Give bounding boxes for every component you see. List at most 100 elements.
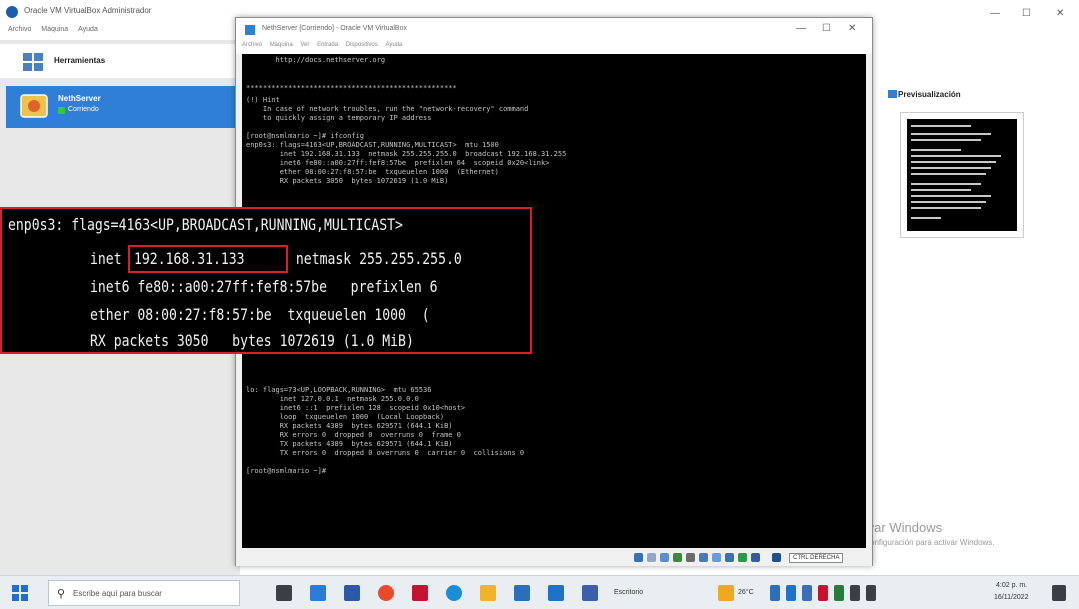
zoom-line-rx: RX packets 3050 bytes 1072619 (1.0 MiB) <box>90 331 414 350</box>
console-line: http://docs.nethserver.org <box>246 56 386 64</box>
maximize-button[interactable]: ☐ <box>1022 8 1031 19</box>
weather-icon[interactable] <box>718 585 734 601</box>
vm-menubar: Archivo Máquina Ver Entrada Dispositivos… <box>236 42 872 54</box>
browser-icon[interactable] <box>378 585 394 601</box>
preview-icon <box>888 90 897 98</box>
console-line: ether 08:00:27:f8:57:be txqueuelen 1000 … <box>246 168 499 176</box>
manager-title: Oracle VM VirtualBox Administrador <box>24 6 152 15</box>
watermark-subtitle: Ve a Configuración para activar Windows. <box>846 538 995 547</box>
vm-list-item-nethserver[interactable]: NethServer Corriendo <box>6 86 240 128</box>
vm-menu-maquina[interactable]: Máquina <box>270 42 293 48</box>
vm-menu-archivo[interactable]: Archivo <box>242 42 262 48</box>
watermark-title: Activar Windows <box>846 520 943 535</box>
console-line: inet6 ::1 prefixlen 128 scopeid 0x10<hos… <box>246 404 466 412</box>
minimize-button[interactable]: — <box>990 8 1000 19</box>
widget-label[interactable]: Escritorio <box>614 589 643 596</box>
vm-menu-ver[interactable]: Ver <box>300 42 309 48</box>
close-button[interactable]: ✕ <box>1056 8 1064 19</box>
menu-archivo[interactable]: Archivo <box>8 26 31 33</box>
tray-icon[interactable] <box>786 585 796 601</box>
vm-close-button[interactable]: ✕ <box>848 23 856 34</box>
menu-maquina[interactable]: Máquina <box>41 26 68 33</box>
vm-menu-dispositivos[interactable]: Dispositivos <box>346 42 378 48</box>
vm-minimize-button[interactable]: — <box>796 23 806 34</box>
console-line: inet 127.0.0.1 netmask 255.0.0.0 <box>246 395 419 403</box>
manager-menubar: Archivo Máquina Ayuda <box>0 26 240 40</box>
app-icon[interactable] <box>412 585 428 601</box>
zoomed-ifconfig-highlight: enp0s3: flags=4163<UP,BROADCAST,RUNNING,… <box>0 207 532 354</box>
windows-taskbar: ⚲ Escribe aquí para buscar Escritorio 26… <box>0 575 1079 609</box>
zoom-line-netmask: netmask 255.255.255.0 <box>288 249 462 268</box>
tools-icon <box>23 53 43 71</box>
vm-window-title: NethServer [Corriendo] - Oracle VM Virtu… <box>262 25 407 32</box>
recording-icon[interactable] <box>725 553 734 562</box>
console-line: [root@nsmlmario ~]# <box>246 467 327 475</box>
file-explorer-icon[interactable] <box>480 585 496 601</box>
app-icon[interactable] <box>582 585 598 601</box>
keyboard-icon[interactable] <box>772 553 781 562</box>
clock-time[interactable]: 4:02 p. m. <box>996 582 1027 589</box>
zoom-line-ether: ether 08:00:27:f8:57:be txqueuelen 1000 … <box>90 305 430 324</box>
vm-titlebar: NethServer [Corriendo] - Oracle VM Virtu… <box>236 18 872 42</box>
zoom-line-flags: enp0s3: flags=4163<UP,BROADCAST,RUNNING,… <box>8 215 403 234</box>
preview-label: Previsualización <box>898 90 961 99</box>
tray-icon[interactable] <box>802 585 812 601</box>
usb-icon[interactable] <box>686 553 695 562</box>
vm-maximize-button[interactable]: ☐ <box>822 23 831 34</box>
shared-folders-icon[interactable] <box>699 553 708 562</box>
vm-name: NethServer <box>58 94 101 103</box>
virtualbox-logo-icon <box>6 6 18 18</box>
network-icon[interactable] <box>673 553 682 562</box>
edge-icon[interactable] <box>446 585 462 601</box>
tray-icon[interactable] <box>834 585 844 601</box>
app-icon[interactable] <box>310 585 326 601</box>
tray-icon[interactable] <box>770 585 780 601</box>
store-icon[interactable] <box>514 585 530 601</box>
console-line: RX packets 4389 bytes 629571 (644.1 KiB) <box>246 422 453 430</box>
virtualbox-icon[interactable] <box>548 585 564 601</box>
display-icon[interactable] <box>712 553 721 562</box>
zoom-line-inet-prefix: inet <box>90 249 130 268</box>
tray-icon[interactable] <box>818 585 828 601</box>
vm-window-icon <box>244 24 256 36</box>
running-status-icon <box>58 107 65 114</box>
zoom-line-inet6: inet6 fe80::a00:27ff:fef8:57be prefixlen… <box>90 277 438 296</box>
sidebar-item-tools[interactable]: Herramientas <box>0 44 240 78</box>
search-icon: ⚲ <box>57 588 66 600</box>
console-line: RX packets 3050 bytes 1072619 (1.0 MiB) <box>246 177 449 185</box>
cpu-icon[interactable] <box>738 553 747 562</box>
clock-date[interactable]: 16/11/2022 <box>994 594 1029 601</box>
volume-icon[interactable] <box>866 585 876 601</box>
menu-ayuda[interactable]: Ayuda <box>78 26 98 33</box>
console-line: TX errors 0 dropped 0 overruns 0 carrier… <box>246 449 525 457</box>
audio-icon[interactable] <box>660 553 669 562</box>
tools-label: Herramientas <box>54 56 106 65</box>
notifications-icon[interactable] <box>1052 585 1066 601</box>
wifi-icon[interactable] <box>850 585 860 601</box>
preview-thumbnail[interactable] <box>900 112 1024 238</box>
temperature-label: 26°C <box>738 589 754 596</box>
optical-icon[interactable] <box>647 553 656 562</box>
windows-start-icon[interactable] <box>12 585 28 601</box>
host-key-label: CTRL DERECHA <box>789 553 844 563</box>
console-line: enp0s3: flags=4163<UP,BROADCAST,RUNNING,… <box>246 141 499 149</box>
vm-menu-ayuda[interactable]: Ayuda <box>385 42 402 48</box>
task-view-icon[interactable] <box>276 585 292 601</box>
preview-panel: Previsualización <box>888 84 1046 254</box>
vm-os-icon <box>20 94 48 118</box>
mouse-integration-icon[interactable] <box>751 553 760 562</box>
console-line: TX packets 4389 bytes 629571 (644.1 KiB) <box>246 440 453 448</box>
console-line: [root@nsmlmario ~]# ifconfig <box>246 132 365 140</box>
taskbar-search-box[interactable]: ⚲ Escribe aquí para buscar <box>48 580 240 606</box>
vm-menu-entrada[interactable]: Entrada <box>317 42 338 48</box>
console-line: RX errors 0 dropped 0 overruns 0 frame 0 <box>246 431 461 439</box>
hdd-icon[interactable] <box>634 553 643 562</box>
activate-windows-watermark: Activar Windows Ve a Configuración para … <box>846 520 1066 560</box>
console-line: loop txqueuelen 1000 (Local Loopback) <box>246 413 445 421</box>
ip-highlight-box <box>128 245 288 273</box>
vm-status: Corriendo <box>68 106 99 113</box>
console-line: In case of network troubles, run the "ne… <box>246 105 529 113</box>
console-line: inet 192.168.31.133 netmask 255.255.255.… <box>246 150 567 158</box>
word-icon[interactable] <box>344 585 360 601</box>
vm-statusbar: CTRL DERECHA <box>236 550 872 566</box>
